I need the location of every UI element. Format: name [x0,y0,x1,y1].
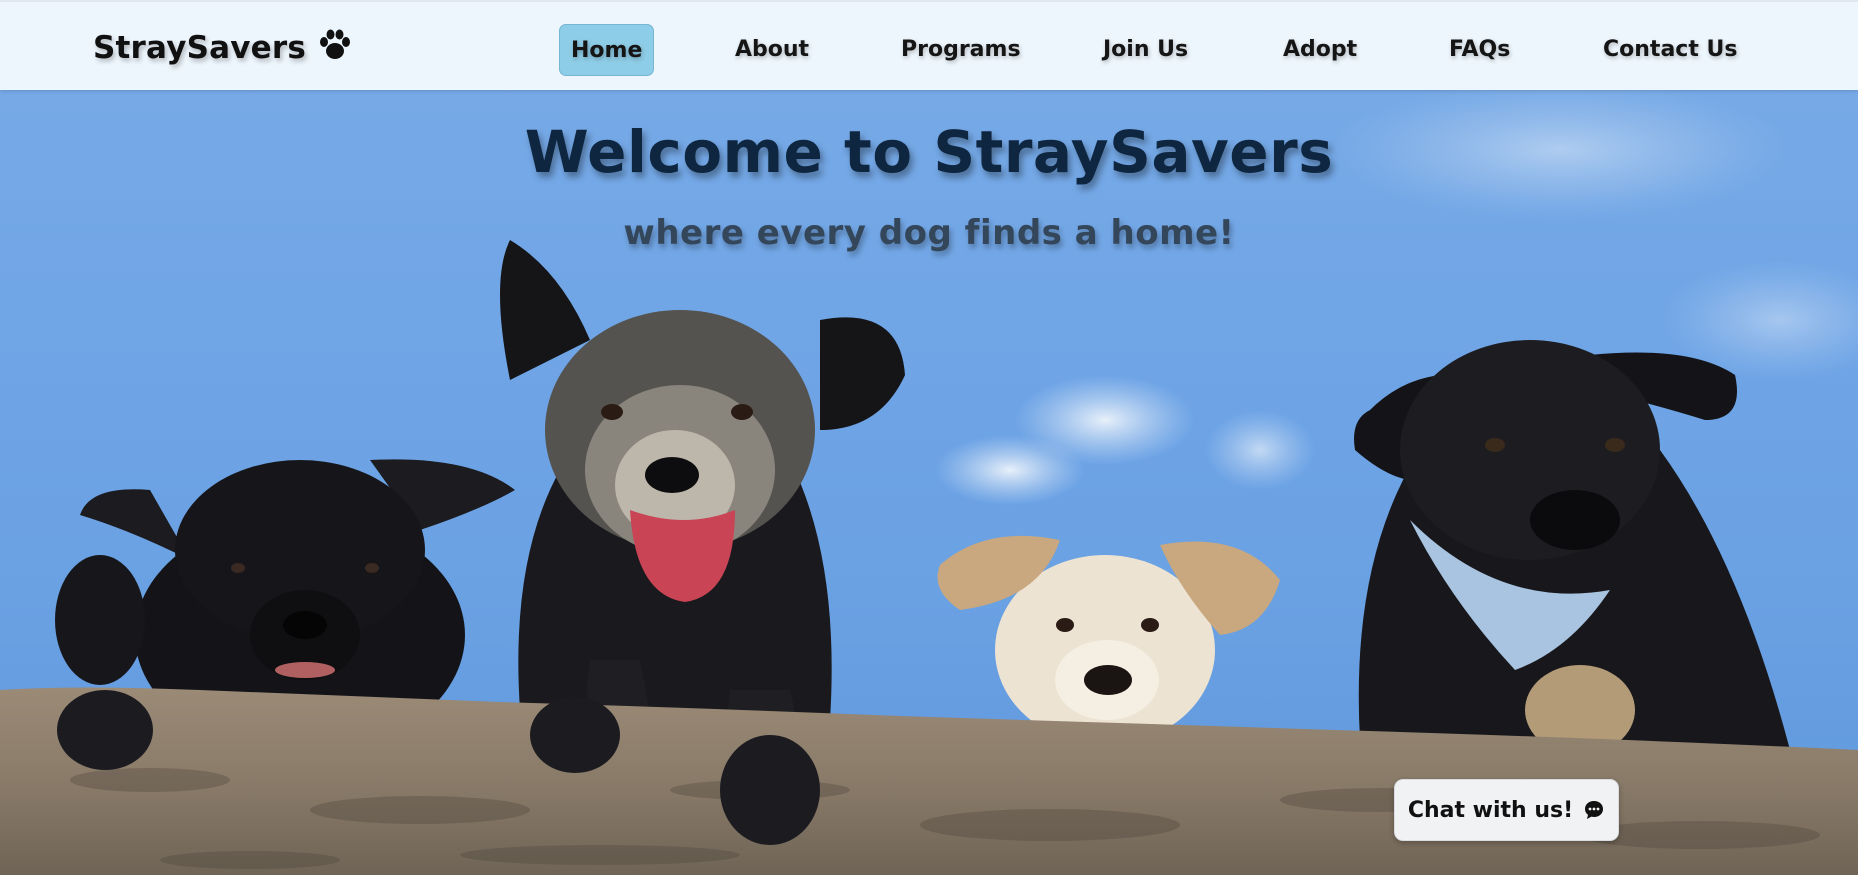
dog-black-bandana [1354,340,1790,755]
brand-logo[interactable]: StraySavers [93,29,352,66]
hero-subtitle: where every dog finds a home! [623,213,1235,253]
brand-name: StraySavers [93,30,307,66]
nav-contact-us[interactable]: Contact Us [1603,24,1737,76]
nav-adopt[interactable]: Adopt [1283,24,1357,76]
nav-programs[interactable]: Programs [901,24,1021,76]
chat-button-label: Chat with us! [1407,797,1574,823]
nav-about[interactable]: About [735,24,809,76]
hero-section: Welcome to StraySavers where every dog f… [0,90,1858,875]
paw-icon [320,29,351,59]
hero-background-image [0,90,1858,875]
chat-bubble-icon [1585,801,1604,819]
nav-home[interactable]: Home [559,24,655,76]
nav-join-us[interactable]: Join Us [1103,24,1188,76]
dog-tan-puppy [937,535,1280,745]
hero-title: Welcome to StraySavers [524,118,1334,186]
nav-faqs[interactable]: FAQs [1449,24,1510,76]
top-navbar: StraySavers Home About Programs Join Us … [0,0,1858,90]
chat-button[interactable]: Chat with us! [1394,779,1619,841]
